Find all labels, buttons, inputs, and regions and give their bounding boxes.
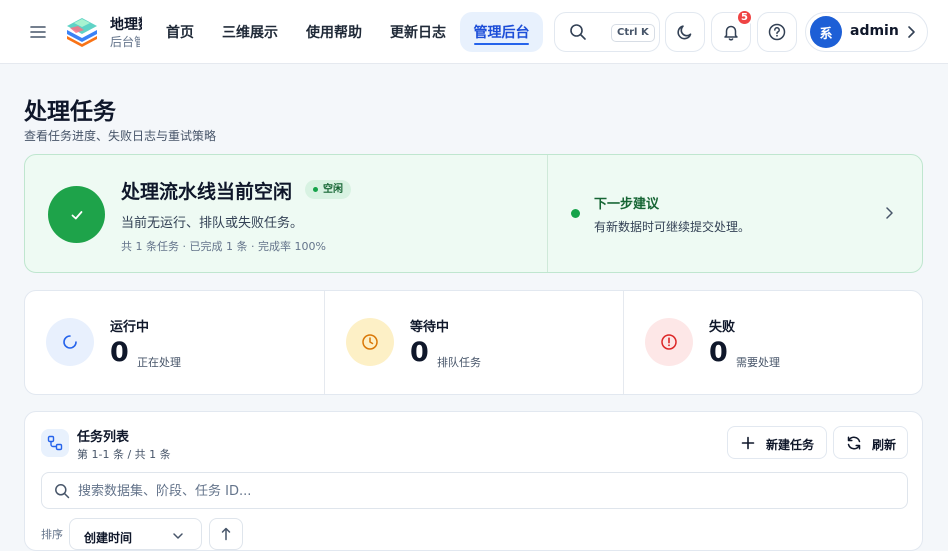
task-search-input[interactable]	[78, 478, 878, 504]
sort-select[interactable]: 创建时间	[69, 518, 202, 550]
stat-value: 0	[709, 337, 728, 368]
brand-subtitle: 后台管理	[110, 35, 140, 49]
next-step-description: 有新数据时可继续提交处理。	[594, 220, 751, 234]
alert-circle-icon	[661, 334, 677, 350]
nav-3d-view[interactable]: 三维展示	[212, 12, 288, 52]
stat-waiting[interactable]: 等待中 0 排队任务	[325, 291, 624, 394]
app-logo[interactable]	[64, 14, 100, 50]
sort-arrow-icon	[221, 527, 231, 541]
stat-failed[interactable]: 失败 0 需要处理	[624, 291, 923, 394]
moon-icon	[677, 25, 692, 40]
refresh-label: 刷新	[872, 438, 897, 452]
bell-icon	[724, 25, 738, 41]
search-shortcut-hint: Ctrl K	[611, 24, 655, 42]
notification-count-badge: 5	[736, 9, 753, 26]
refresh-icon	[847, 436, 861, 450]
next-step-title: 下一步建议	[594, 197, 660, 212]
task-search-field	[41, 472, 908, 509]
new-task-button[interactable]: 新建任务	[727, 426, 827, 459]
task-list-card: 任务列表 第 1-1 条 / 共 1 条 新建任务 刷新 排序 创建时间	[24, 411, 923, 551]
sort-label: 排序	[41, 528, 63, 541]
workflow-icon	[47, 435, 63, 451]
stat-note: 正在处理	[137, 356, 181, 369]
spinner-icon	[63, 335, 77, 349]
hamburger-menu-icon	[30, 26, 46, 38]
task-list-title: 任务列表	[77, 430, 130, 445]
stat-label: 失败	[709, 320, 736, 335]
status-dot-icon	[313, 187, 318, 192]
nav-home[interactable]: 首页	[152, 12, 208, 52]
page-subtitle: 查看任务进度、失败日志与重试策略	[24, 129, 217, 143]
layers-logo-icon	[67, 18, 97, 47]
stat-value: 0	[410, 337, 429, 368]
stat-value: 0	[110, 337, 129, 368]
next-step-link[interactable]	[882, 205, 896, 225]
nav-changelog[interactable]: 更新日志	[380, 12, 456, 52]
sort-select-value: 创建时间	[84, 531, 133, 545]
refresh-button[interactable]: 刷新	[833, 426, 908, 459]
nav-help[interactable]: 使用帮助	[296, 12, 372, 52]
chevron-right-icon	[886, 207, 893, 219]
task-list-count: 第 1-1 条 / 共 1 条	[77, 448, 171, 461]
chevron-right-icon	[908, 26, 915, 38]
status-badge-label: 空闲	[323, 184, 343, 195]
stat-label: 运行中	[110, 320, 150, 335]
search-icon	[570, 24, 586, 40]
help-button[interactable]	[757, 12, 797, 52]
check-icon	[71, 210, 82, 219]
stat-icon-wrap	[46, 318, 94, 366]
username: admin	[850, 23, 899, 39]
global-search-button[interactable]: Ctrl K	[554, 12, 660, 52]
status-badge: 空闲	[305, 180, 351, 199]
question-circle-icon	[768, 23, 786, 41]
search-icon	[55, 484, 70, 499]
new-task-label: 新建任务	[766, 438, 815, 452]
task-list-icon-wrap	[41, 429, 69, 457]
stat-icon-wrap	[346, 318, 394, 366]
avatar: 系	[810, 16, 842, 48]
status-divider	[547, 155, 548, 272]
stat-label: 等待中	[410, 320, 450, 335]
user-menu-button[interactable]: 系 admin	[805, 12, 928, 52]
task-stats-card: 运行中 0 正在处理 等待中 0 排队任务 失败 0 需要处理	[24, 290, 923, 395]
active-nav-indicator	[474, 43, 529, 45]
stat-note: 需要处理	[736, 356, 780, 369]
theme-toggle-button[interactable]	[665, 12, 705, 52]
stat-running[interactable]: 运行中 0 正在处理	[25, 291, 324, 394]
brand-title: 地理数据平台	[110, 17, 142, 33]
status-title: 处理流水线当前空闲	[121, 181, 293, 203]
chevron-down-icon	[173, 533, 183, 539]
nav-admin[interactable]: 管理后台	[460, 12, 543, 52]
clock-icon	[362, 334, 378, 350]
stat-icon-wrap	[645, 318, 693, 366]
sort-order-button[interactable]	[209, 518, 243, 550]
stat-note: 排队任务	[437, 356, 481, 369]
menu-toggle-button[interactable]	[26, 20, 50, 44]
status-description: 当前无运行、排队或失败任务。	[121, 216, 304, 231]
status-summary: 共 1 条任务 · 已完成 1 条 · 完成率 100%	[121, 240, 326, 253]
next-step-dot-icon	[571, 209, 580, 218]
status-success-indicator	[48, 186, 105, 243]
plus-icon	[741, 436, 755, 450]
page-title: 处理任务	[24, 99, 116, 125]
pipeline-status-card: 处理流水线当前空闲 空闲 当前无运行、排队或失败任务。 共 1 条任务 · 已完…	[24, 154, 923, 273]
top-navigation-bar: 地理数据平台 后台管理 首页 三维展示 使用帮助 更新日志 管理后台 Ctrl …	[0, 0, 948, 64]
nav-admin-label: 管理后台	[473, 25, 530, 41]
